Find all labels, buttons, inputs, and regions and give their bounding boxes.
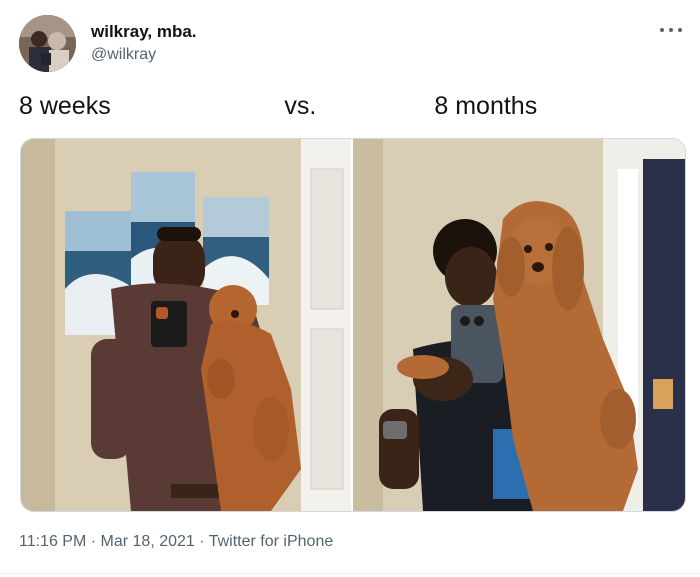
tweet-date[interactable]: Mar 18, 2021 bbox=[101, 533, 195, 550]
tweet-meta: 11:16 PM · Mar 18, 2021 · Twitter for iP… bbox=[19, 533, 333, 551]
media-grid bbox=[20, 138, 686, 512]
dot bbox=[660, 28, 664, 32]
photo-8-months[interactable] bbox=[353, 139, 685, 511]
tweet: wilkray, mba. @wilkray 8 weeks vs. 8 mon… bbox=[0, 0, 700, 577]
more-options-icon[interactable] bbox=[660, 22, 682, 38]
dot bbox=[678, 28, 682, 32]
dot bbox=[669, 28, 673, 32]
divider bbox=[0, 573, 700, 574]
tweet-client[interactable]: Twitter for iPhone bbox=[209, 533, 334, 550]
tweet-text: 8 weeks vs. 8 months bbox=[19, 92, 538, 120]
meta-separator: · bbox=[194, 533, 209, 550]
avatar-image bbox=[19, 15, 76, 72]
tweet-time[interactable]: 11:16 PM bbox=[19, 533, 86, 550]
photo-8-weeks[interactable] bbox=[21, 139, 351, 511]
avatar[interactable] bbox=[19, 15, 76, 72]
photo-8-months-image bbox=[353, 139, 685, 511]
meta-separator: · bbox=[86, 533, 101, 550]
photo-8-weeks-image bbox=[21, 139, 351, 511]
author-name[interactable]: wilkray, mba. bbox=[91, 22, 197, 42]
author-handle[interactable]: @wilkray bbox=[91, 46, 156, 64]
